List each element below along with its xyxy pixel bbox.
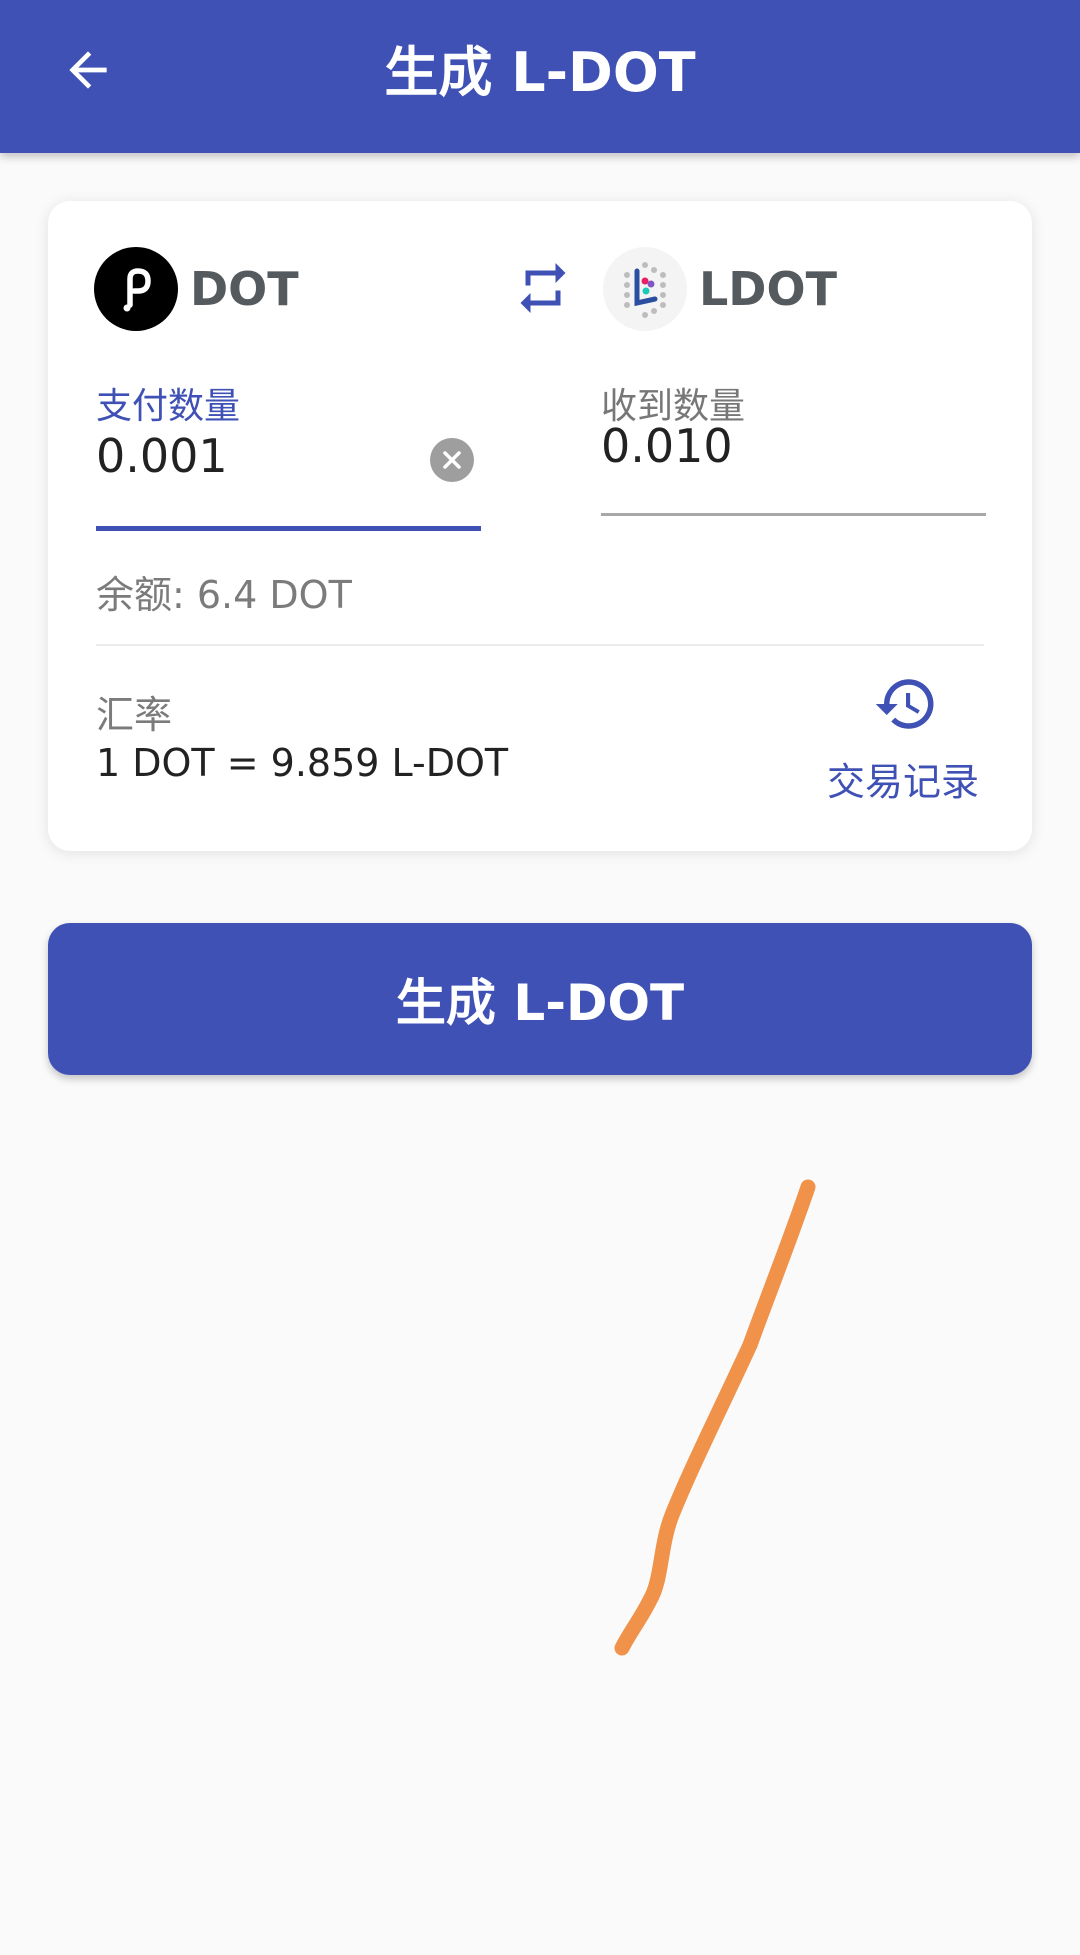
divider	[96, 644, 984, 646]
transaction-history-label: 交易记录	[826, 760, 979, 804]
pay-amount-label: 支付数量	[96, 386, 241, 427]
ldot-logo-icon	[603, 247, 687, 331]
transaction-history-button[interactable]: 交易记录	[808, 671, 998, 804]
history-icon	[875, 679, 934, 729]
to-token-name: LDOT	[699, 262, 837, 316]
generate-ldot-button[interactable]: 生成 L-DOT	[48, 923, 1032, 1075]
pay-amount-input[interactable]: 0.001	[96, 429, 228, 483]
to-token-selector[interactable]: LDOT	[603, 247, 837, 331]
clear-input-button[interactable]	[430, 438, 474, 482]
polkadot-logo-icon	[94, 247, 178, 331]
from-token-selector[interactable]: DOT	[94, 247, 299, 331]
exchange-rate-value: 1 DOT = 9.859 L-DOT	[96, 741, 509, 785]
clear-icon	[443, 451, 461, 469]
receive-amount-field: 0.010	[601, 419, 733, 473]
balance-text: 余额: 6.4 DOT	[96, 573, 352, 617]
swap-card: DOT LDOT 支付数量 0.001 收到数量 0.010 余额: 6.4 D…	[48, 201, 1032, 851]
from-token-name: DOT	[190, 262, 299, 316]
app-bar: 生成 L-DOT	[0, 0, 1080, 153]
swap-arrows-icon	[520, 263, 566, 313]
exchange-rate-label: 汇率	[96, 693, 173, 737]
swap-direction-button[interactable]	[508, 253, 578, 323]
pay-input-underline	[96, 526, 481, 531]
receive-input-underline	[601, 513, 986, 516]
page-title: 生成 L-DOT	[384, 41, 696, 104]
